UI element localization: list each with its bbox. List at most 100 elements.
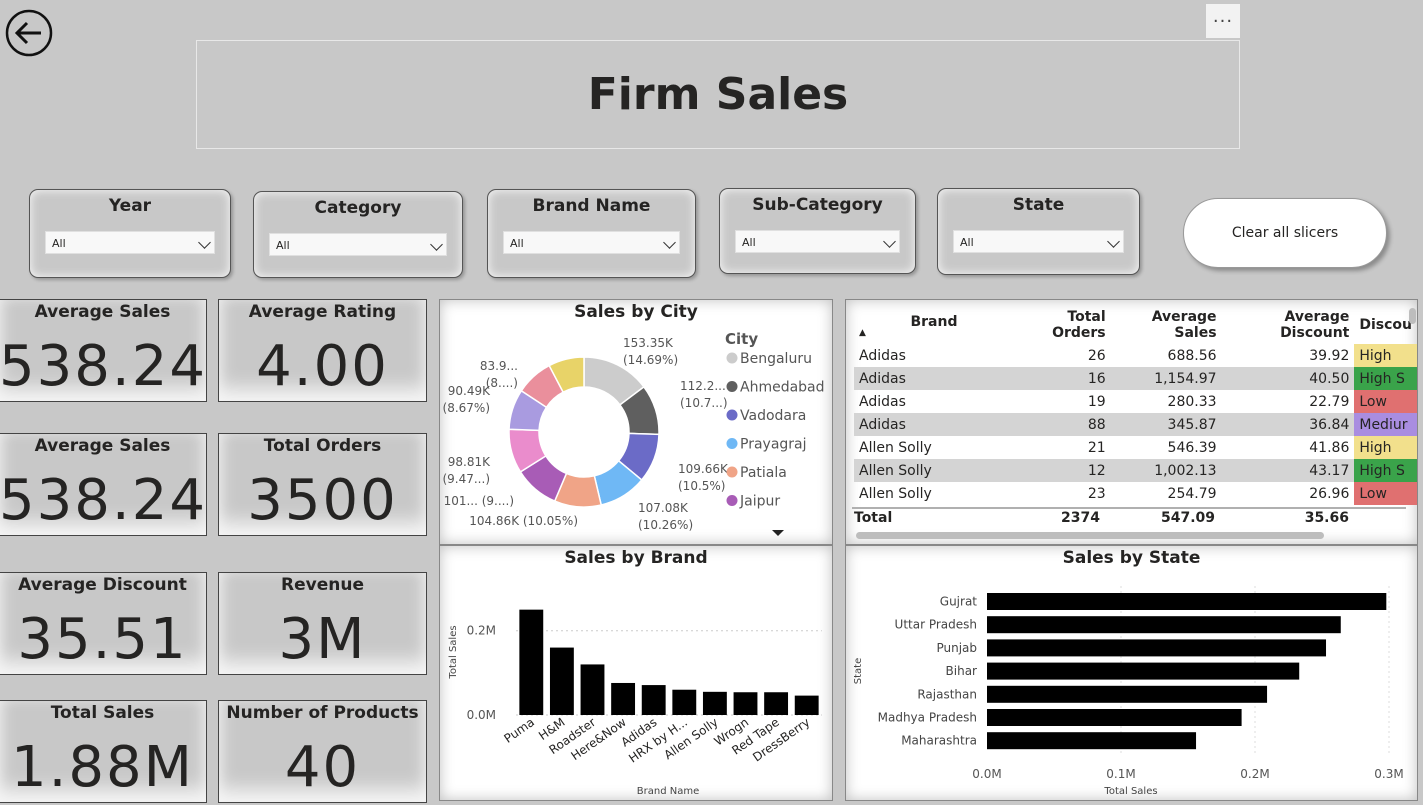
- total-average-discount: 35.66: [1304, 510, 1349, 526]
- bar[interactable]: [987, 709, 1242, 726]
- table-cell-brand: Adidas: [854, 413, 1014, 436]
- bar[interactable]: [987, 639, 1327, 657]
- more-options-icon[interactable]: ···: [1206, 4, 1240, 38]
- bar[interactable]: [733, 692, 758, 715]
- sales-by-brand-panel[interactable]: Sales by Brand Puma H&M Roadster Here&Now Ad…: [439, 545, 833, 801]
- y-tick-label: 0.0M: [467, 708, 496, 722]
- slicer-year[interactable]: Year All: [29, 189, 231, 278]
- chevron-down-icon: [1107, 235, 1120, 248]
- bar[interactable]: [641, 685, 666, 715]
- column-header-average-discount[interactable]: Average Discount: [1222, 306, 1355, 344]
- brand-table-panel[interactable]: Brand ▲ Total Orders Average Sales Averag…: [845, 299, 1418, 545]
- table-cell-avg-disc: 39.92: [1309, 347, 1350, 364]
- slicer-dropdown[interactable]: All: [735, 230, 900, 253]
- legend-item[interactable]: Prayagraj: [740, 437, 807, 453]
- table-row[interactable]: Allen Solly 23 254.79 26.96 Low: [854, 482, 1417, 505]
- data-label: (9.47...): [442, 472, 490, 486]
- slicer-title: Sub-Category: [752, 195, 883, 215]
- table-cell-brand: Adidas: [859, 347, 906, 364]
- vertical-scrollbar[interactable]: [1409, 308, 1416, 324]
- table-row[interactable]: Adidas 26 688.56 39.92 High: [854, 344, 1417, 367]
- kpi-value: 538.24: [0, 468, 207, 533]
- kpi-value: 40: [284, 735, 361, 800]
- chevron-down-icon: [883, 235, 896, 248]
- legend-marker: [726, 409, 738, 421]
- legend-marker: [726, 466, 738, 478]
- title-box: Firm Sales: [196, 40, 1240, 149]
- donut-chart[interactable]: 153.35K (14.69%)112.2... (10.7...) 109.66K (…: [440, 300, 834, 546]
- bar[interactable]: [987, 662, 1300, 680]
- brand-table: Brand ▲ Total Orders Average Sales Averag…: [854, 306, 1417, 505]
- state-bar-chart[interactable]: Gujrat Uttar Pradesh Punjab Bihar Rajasthan M…: [846, 546, 1419, 802]
- table-row[interactable]: Adidas 19 280.33 22.79 Low: [854, 390, 1417, 413]
- sales-by-city-panel[interactable]: Sales by City 153.35K (14.69%) 112.2... (10…: [439, 299, 833, 545]
- table-cell-avg-disc: 41.86: [1309, 439, 1350, 456]
- brand-bar-chart[interactable]: Puma H&MRoadsterHere&NowAdidasHRX by H...…: [440, 546, 834, 802]
- clear-all-slicers-button[interactable]: Clear all slicers: [1183, 198, 1387, 268]
- bar[interactable]: [702, 691, 727, 715]
- bar[interactable]: [580, 664, 605, 715]
- kpi-label: Average Sales: [34, 436, 171, 456]
- chevron-down-icon: [198, 236, 211, 249]
- bar[interactable]: [611, 682, 636, 715]
- column-header-brand[interactable]: Brand ▲: [854, 306, 1014, 344]
- column-header-discount[interactable]: Discou: [1354, 306, 1417, 344]
- legend-item[interactable]: Vadodara: [740, 408, 806, 424]
- horizontal-scrollbar[interactable]: [856, 532, 1324, 539]
- slicer-category[interactable]: Category All: [253, 191, 463, 278]
- bar[interactable]: [987, 593, 1387, 610]
- slicer-state[interactable]: State All: [937, 188, 1140, 275]
- slicer-dropdown[interactable]: All: [953, 230, 1124, 253]
- legend-item[interactable]: Patiala: [740, 465, 787, 481]
- table-cell-orders: 19: [1087, 393, 1106, 410]
- bar[interactable]: [987, 616, 1341, 634]
- kpi-card: Average Discount 35.51: [0, 572, 207, 675]
- legend-item[interactable]: Jaipur: [739, 494, 780, 510]
- slicer-dropdown[interactable]: All: [503, 231, 680, 254]
- column-header-total-orders[interactable]: Total Orders: [1014, 306, 1111, 344]
- slicer-value: All: [742, 236, 756, 249]
- table-row[interactable]: Allen Solly 12 1,002.13 43.17 High S: [854, 459, 1417, 482]
- legend-marker: [726, 438, 738, 449]
- legend-item[interactable]: Ahmedabad: [740, 380, 825, 396]
- kpi-label: Average Discount: [18, 575, 187, 595]
- bar[interactable]: [549, 647, 574, 715]
- slicer-dropdown[interactable]: All: [269, 233, 447, 256]
- table-row[interactable]: Adidas 88 345.87 36.84 Mediur: [854, 413, 1417, 436]
- kpi-label: Total Sales: [50, 703, 155, 723]
- slicer-value: All: [510, 237, 524, 250]
- column-header-average-sales[interactable]: Average Sales: [1111, 306, 1222, 344]
- slicer-title: Brand Name: [532, 196, 651, 216]
- bar[interactable]: [764, 692, 789, 715]
- y-tick-label: Uttar Pradesh: [895, 618, 977, 632]
- data-label: 98.81K: [448, 455, 491, 469]
- kpi-label: Average Rating: [248, 302, 397, 322]
- bar[interactable]: [794, 695, 819, 715]
- data-label: 153.35K: [623, 336, 674, 350]
- slicer-brand-name[interactable]: Brand Name All: [487, 189, 696, 278]
- back-arrow-icon[interactable]: [5, 9, 53, 57]
- table-row[interactable]: Allen Solly 21 546.39 41.86 High: [854, 436, 1417, 459]
- slicer-title: Year: [108, 196, 152, 216]
- bar[interactable]: [672, 689, 697, 715]
- bar[interactable]: [519, 609, 544, 715]
- bar[interactable]: [987, 685, 1268, 703]
- slicer-sub-category[interactable]: Sub-Category All: [719, 188, 916, 274]
- scroll-down-icon[interactable]: [772, 530, 784, 536]
- data-label: 112.2...: [680, 379, 726, 393]
- sort-ascending-icon: ▲: [859, 328, 866, 338]
- legend-item[interactable]: Bengaluru: [740, 351, 812, 367]
- data-label: (10.26%): [638, 518, 693, 532]
- sales-by-state-panel[interactable]: Sales by State Gujrat Uttar Pradesh Punjab…: [845, 545, 1418, 801]
- table-row[interactable]: Adidas 16 1,154.97 40.50 High S: [854, 367, 1417, 390]
- table-cell-orders: 12: [1014, 459, 1111, 482]
- y-tick-label: Madhya Pradesh: [878, 711, 977, 725]
- x-axis-label: Brand Name: [637, 786, 699, 797]
- slicer-dropdown[interactable]: All: [45, 231, 215, 254]
- table-cell-avg-sales: 345.87: [1110, 413, 1222, 436]
- table-cell-avg-disc: 22.79: [1309, 393, 1350, 410]
- table-cell-disc: High S: [1354, 459, 1417, 482]
- kpi-card: Revenue 3M: [218, 572, 427, 675]
- bar[interactable]: [987, 732, 1197, 750]
- y-tick-label: Bihar: [946, 664, 978, 678]
